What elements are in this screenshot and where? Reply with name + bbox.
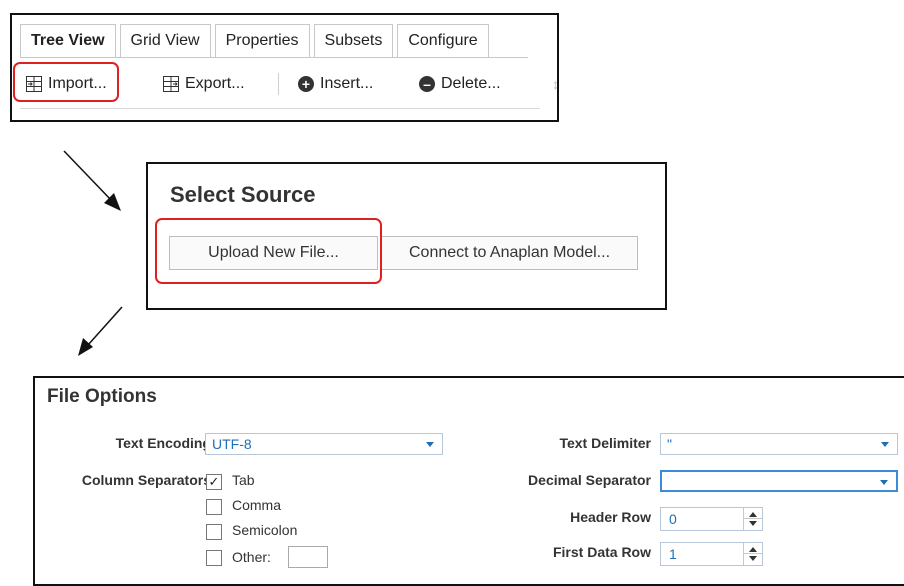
first-data-row-stepper[interactable]: 1 bbox=[660, 542, 763, 566]
header-row-label: Header Row bbox=[570, 509, 651, 525]
first-data-row-value: 1 bbox=[669, 546, 677, 562]
comma-checkbox[interactable] bbox=[206, 499, 222, 515]
text-encoding-select[interactable]: UTF-8 bbox=[205, 433, 443, 455]
insert-button[interactable]: + Insert... bbox=[298, 65, 373, 103]
toolbar-separator bbox=[278, 73, 279, 95]
file-options-panel: File Options Text Encoding UTF-8 Column … bbox=[33, 376, 904, 586]
export-button[interactable]: Export... bbox=[163, 65, 245, 103]
text-encoding-label: Text Encoding bbox=[115, 435, 211, 451]
text-delimiter-select[interactable]: " bbox=[660, 433, 898, 455]
stepper-divider bbox=[744, 518, 762, 519]
arrow-down-right-icon bbox=[63, 150, 121, 211]
arrow-down-left-icon bbox=[78, 306, 123, 356]
stepper-up-icon[interactable] bbox=[749, 547, 757, 552]
tab-properties[interactable]: Properties bbox=[214, 24, 310, 58]
other-checkbox-label: Other: bbox=[232, 549, 271, 565]
comma-checkbox-label: Comma bbox=[232, 497, 282, 513]
tab-bar: Tree View Grid View Properties Subsets C… bbox=[20, 24, 493, 58]
move-updown-icon[interactable]: ↕ bbox=[552, 65, 559, 103]
dropdown-caret-icon bbox=[426, 442, 434, 447]
stepper-down-icon[interactable] bbox=[749, 521, 757, 526]
semicolon-checkbox-label: Semicolon bbox=[232, 522, 298, 538]
export-icon bbox=[163, 76, 179, 92]
other-separator-input[interactable] bbox=[288, 546, 328, 568]
tab-checkbox-label: Tab bbox=[232, 472, 255, 488]
tab-checkbox[interactable]: ✓ bbox=[206, 474, 222, 490]
tab-grid-view[interactable]: Grid View bbox=[119, 24, 211, 58]
delete-button[interactable]: – Delete... bbox=[419, 65, 501, 103]
stepper-divider bbox=[744, 553, 762, 554]
tab-configure[interactable]: Configure bbox=[397, 24, 489, 58]
first-data-row-label: First Data Row bbox=[552, 544, 651, 560]
stepper-up-icon[interactable] bbox=[749, 512, 757, 517]
header-row-stepper[interactable]: 0 bbox=[660, 507, 763, 531]
stepper-buttons[interactable] bbox=[743, 543, 762, 565]
text-delimiter-value: " bbox=[667, 436, 672, 452]
stepper-buttons[interactable] bbox=[743, 508, 762, 530]
minus-circle-icon: – bbox=[419, 76, 435, 92]
toolbar-divider bbox=[20, 108, 540, 109]
connect-to-anaplan-model-button[interactable]: Connect to Anaplan Model... bbox=[381, 236, 638, 270]
semicolon-checkbox[interactable] bbox=[206, 524, 222, 540]
export-label: Export... bbox=[185, 75, 245, 92]
tab-tree-view[interactable]: Tree View bbox=[20, 24, 116, 58]
text-delimiter-label: Text Delimiter bbox=[559, 435, 651, 451]
other-checkbox[interactable] bbox=[206, 550, 222, 566]
upload-highlight bbox=[155, 218, 382, 284]
tab-subsets[interactable]: Subsets bbox=[313, 24, 394, 58]
dropdown-caret-icon bbox=[881, 442, 889, 447]
dropdown-caret-icon bbox=[880, 480, 888, 485]
delete-label: Delete... bbox=[441, 75, 501, 92]
file-options-title: File Options bbox=[47, 386, 157, 407]
stepper-down-icon[interactable] bbox=[749, 556, 757, 561]
text-encoding-value: UTF-8 bbox=[212, 436, 252, 452]
tab-divider bbox=[20, 57, 528, 58]
decimal-separator-label: Decimal Separator bbox=[528, 472, 651, 488]
insert-label: Insert... bbox=[320, 75, 374, 92]
import-highlight bbox=[13, 62, 119, 102]
plus-circle-icon: + bbox=[298, 76, 314, 92]
header-row-value: 0 bbox=[669, 511, 677, 527]
column-separators-label: Column Separators bbox=[81, 472, 211, 488]
decimal-separator-select[interactable] bbox=[660, 470, 898, 492]
select-source-title: Select Source bbox=[170, 182, 316, 207]
